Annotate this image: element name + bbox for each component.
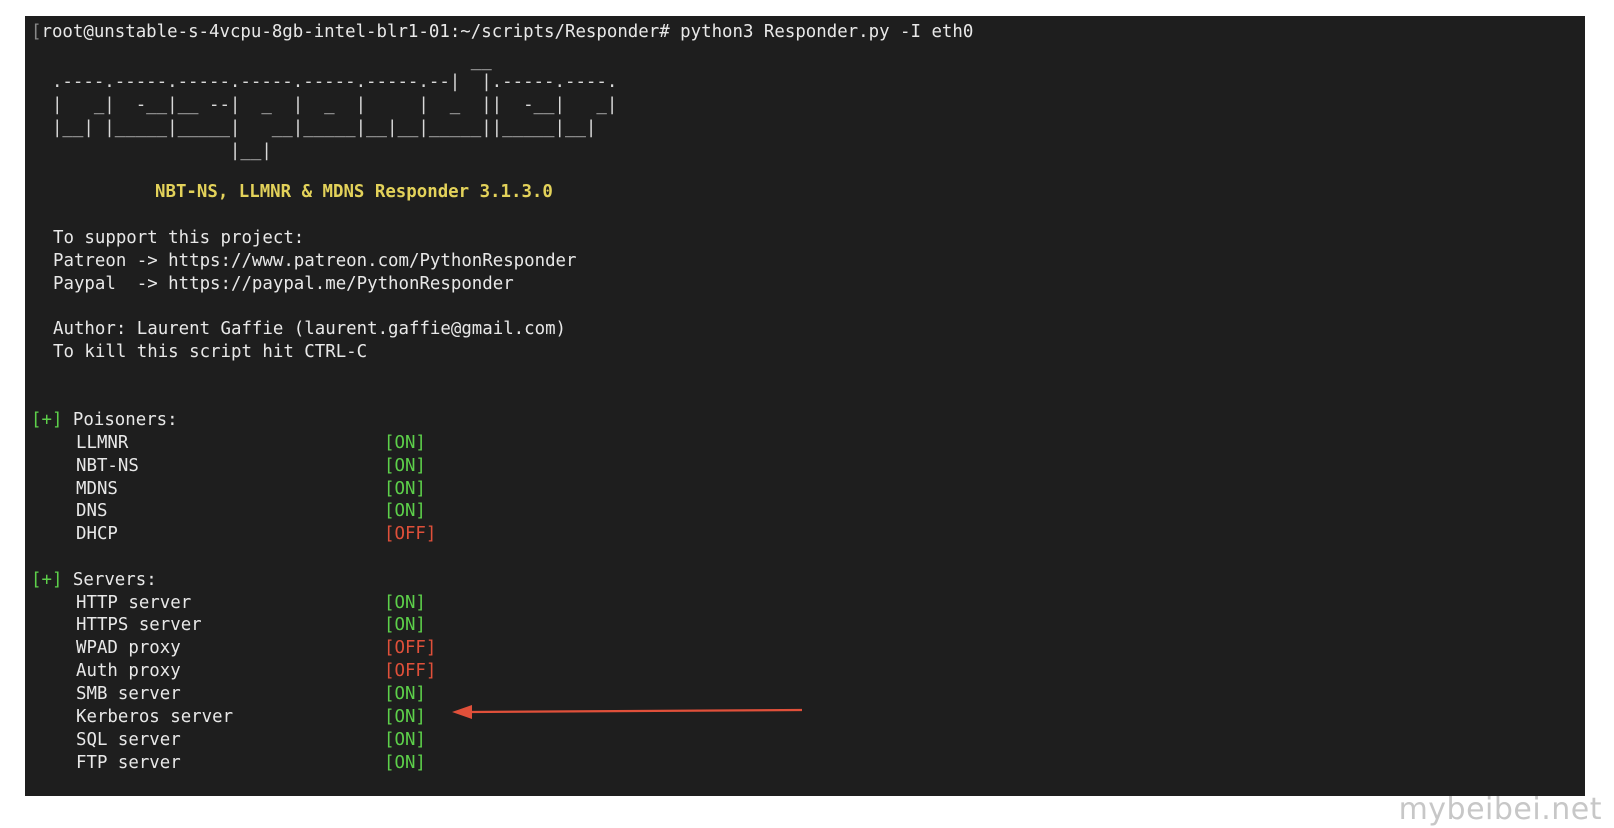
- server-status-auth-proxy: [OFF]: [384, 661, 437, 681]
- servers-label: Servers:: [72, 570, 157, 590]
- server-status-sql: [ON]: [384, 730, 426, 750]
- poisoner-name-mdns: MDNS: [76, 479, 118, 499]
- prompt-line: [root@unstable-s-4vcpu-8gb-intel-blr1-01…: [31, 21, 973, 45]
- poisoner-status-dhcp: [OFF]: [384, 524, 437, 544]
- server-name-kerberos: Kerberos server: [76, 707, 234, 727]
- terminal-window[interactable]: [root@unstable-s-4vcpu-8gb-intel-blr1-01…: [25, 16, 1585, 796]
- poisoner-status-mdns: [ON]: [384, 479, 426, 499]
- poisoner-name-nbt-ns: NBT-NS: [76, 456, 139, 476]
- server-status-http: [ON]: [384, 593, 426, 613]
- banner-line-1: __: [31, 51, 492, 71]
- server-name-wpad: WPAD proxy: [76, 638, 181, 658]
- paypal-line: Paypal -> https://paypal.me/PythonRespon…: [53, 274, 514, 294]
- poisoner-status-nbt-ns: [ON]: [384, 456, 426, 476]
- kill-hint-line: To kill this script hit CTRL-C: [53, 342, 368, 362]
- server-status-https: [ON]: [384, 615, 426, 635]
- poisoner-name-dhcp: DHCP: [76, 524, 118, 544]
- server-status-wpad: [OFF]: [384, 638, 437, 658]
- banner-line-5: |__|: [31, 141, 272, 161]
- server-name-https: HTTPS server: [76, 615, 202, 635]
- server-status-kerberos: [ON]: [384, 707, 426, 727]
- server-name-auth-proxy: Auth proxy: [76, 661, 181, 681]
- responder-title: NBT-NS, LLMNR & MDNS Responder 3.1.3.0: [155, 182, 553, 202]
- prompt-command: root@unstable-s-4vcpu-8gb-intel-blr1-01:…: [41, 22, 974, 42]
- server-name-smb: SMB server: [76, 684, 181, 704]
- poisoner-status-dns: [ON]: [384, 501, 426, 521]
- server-status-smb: [ON]: [384, 684, 426, 704]
- servers-header: [+] Servers:: [31, 569, 157, 593]
- banner-line-2: .----.-----.-----.-----.-----.-----.--| …: [31, 72, 618, 92]
- author-line: Author: Laurent Gaffie (laurent.gaffie@g…: [53, 319, 567, 339]
- patreon-line: Patreon -> https://www.patreon.com/Pytho…: [53, 251, 577, 271]
- banner-line-3: | _| -__|__ --| _ | _ | | _ || -__| _|: [31, 95, 618, 115]
- cursor-mark: [: [31, 22, 42, 42]
- servers-bullet: [+]: [31, 570, 63, 590]
- banner-line-4: |__| |_____|_____| __|_____|__|__|_____|…: [31, 118, 597, 138]
- poisoners-header: [+] Poisoners:: [31, 409, 178, 433]
- poisoner-name-dns: DNS: [76, 501, 108, 521]
- support-header: To support this project:: [53, 228, 305, 248]
- server-status-ftp: [ON]: [384, 753, 426, 773]
- server-name-ftp: FTP server: [76, 753, 181, 773]
- server-name-http: HTTP server: [76, 593, 192, 613]
- watermark: mybeibei.net: [1398, 792, 1602, 827]
- server-name-sql: SQL server: [76, 730, 181, 750]
- poisoner-name-llmnr: LLMNR: [76, 433, 129, 453]
- poisoners-label: Poisoners:: [72, 410, 178, 430]
- poisoner-status-llmnr: [ON]: [384, 433, 426, 453]
- poisoners-bullet: [+]: [31, 410, 63, 430]
